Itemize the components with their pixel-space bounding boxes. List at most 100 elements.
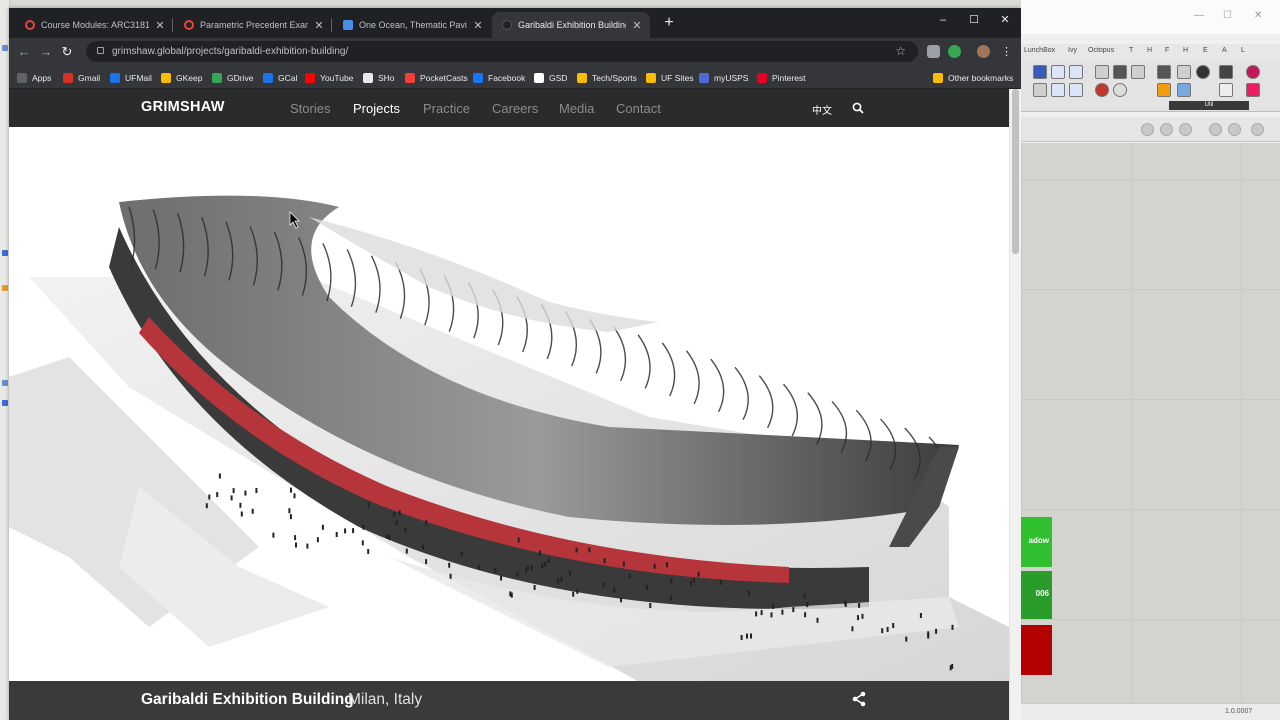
close-tab-icon[interactable]: ✕	[632, 19, 642, 32]
component-icon[interactable]	[1246, 83, 1260, 97]
address-bar[interactable]: grimshaw.global/projects/garibaldi-exhib…	[86, 41, 918, 62]
bookmark-label: Gmail	[78, 72, 101, 83]
component-icon[interactable]	[1246, 65, 1260, 79]
number-node[interactable]: 006	[1021, 571, 1052, 619]
tab-course-modules[interactable]: Course Modules: ARC3181 - Adv ✕	[15, 12, 173, 38]
tab-one-ocean[interactable]: One Ocean, Thematic Pavilion Ex ✕	[333, 12, 491, 38]
tech-sports-icon	[577, 72, 587, 83]
language-switch[interactable]: 中文	[812, 102, 832, 117]
nav-careers[interactable]: Careers	[492, 101, 538, 116]
nav-contact[interactable]: Contact	[616, 101, 661, 116]
component-icon[interactable]	[1177, 65, 1191, 79]
tab-ivy[interactable]: Ivy	[1068, 47, 1077, 54]
bookmark-gcal[interactable]: GCal	[263, 66, 297, 89]
tab-h[interactable]: H	[1147, 47, 1152, 54]
component-icon[interactable]	[1051, 83, 1065, 97]
component-icon[interactable]	[1095, 65, 1109, 79]
tab-a[interactable]: A	[1222, 47, 1227, 54]
tab-t[interactable]: T	[1129, 47, 1133, 54]
tab-parametric-precedent[interactable]: Parametric Precedent Examples ✕	[174, 12, 332, 38]
canvas-tool-icon[interactable]	[1228, 123, 1241, 136]
grimshaw-logo[interactable]: GRIMSHAW	[141, 99, 225, 115]
close-tab-icon[interactable]: ✕	[314, 19, 324, 32]
component-icon[interactable]	[1069, 83, 1083, 97]
search-icon[interactable]	[852, 102, 864, 114]
app-maximize-button[interactable]: ☐	[1223, 10, 1232, 21]
component-icon[interactable]	[1157, 65, 1171, 79]
minimize-button[interactable]: –	[928, 10, 958, 30]
bookmark-youtube[interactable]: YouTube	[305, 66, 353, 89]
grammarly-extension-icon[interactable]	[948, 45, 961, 58]
component-icon[interactable]	[1131, 65, 1145, 79]
tab-f[interactable]: F	[1165, 47, 1169, 54]
bookmark-label: Pinterest	[772, 72, 806, 83]
component-icon[interactable]	[1219, 83, 1233, 97]
project-caption-bar: Garibaldi Exhibition Building Milan, Ita…	[9, 681, 1009, 720]
tab-garibaldi-active[interactable]: Garibaldi Exhibition Building – Pr ✕	[492, 12, 650, 38]
bookmark-gdrive[interactable]: GDrive	[212, 66, 253, 89]
profile-avatar[interactable]	[977, 45, 990, 58]
bookmark-pinterest[interactable]: Pinterest	[757, 66, 806, 89]
close-tab-icon[interactable]: ✕	[155, 19, 165, 32]
app-close-button[interactable]: ✕	[1254, 10, 1262, 21]
tab-octopus[interactable]: Octopus	[1088, 47, 1114, 54]
bookmark-gkeep[interactable]: GKeep	[161, 66, 202, 89]
bookmark-star-icon[interactable]: ☆	[895, 41, 906, 62]
component-icon[interactable]	[1113, 65, 1127, 79]
bookmark-uf-sites[interactable]: UF Sites	[646, 66, 694, 89]
reload-button[interactable]: ↻	[57, 42, 77, 62]
component-icon[interactable]	[1095, 83, 1109, 97]
bookmark-sho[interactable]: SHo	[363, 66, 395, 89]
bookmark-tech-sports[interactable]: Tech/Sports	[577, 66, 637, 89]
maximize-button[interactable]: ☐	[959, 10, 989, 30]
bookmark-pocketcasts[interactable]: PocketCasts	[405, 66, 468, 89]
shadow-node[interactable]: adow	[1021, 517, 1052, 567]
tab-h2[interactable]: H	[1183, 47, 1188, 54]
forward-button[interactable]: →	[36, 42, 56, 62]
nav-practice[interactable]: Practice	[423, 101, 470, 116]
nav-media[interactable]: Media	[559, 101, 594, 116]
folder-icon	[933, 72, 943, 83]
canvas-tool-icon[interactable]	[1209, 123, 1222, 136]
bookmark-gmail[interactable]: Gmail	[63, 66, 100, 89]
close-window-button[interactable]: ✕	[990, 10, 1020, 30]
bookmark-apps[interactable]: Apps	[17, 66, 51, 89]
tab-e[interactable]: E	[1203, 47, 1208, 54]
error-node[interactable]	[1021, 625, 1052, 675]
grasshopper-canvas[interactable]: adow 006	[1021, 143, 1280, 703]
component-icon[interactable]	[1051, 65, 1065, 79]
component-icon[interactable]	[1033, 65, 1047, 79]
component-icon[interactable]	[1157, 83, 1171, 97]
bookmark-facebook[interactable]: Facebook	[473, 66, 525, 89]
extension-icon[interactable]	[927, 45, 940, 58]
canvas-tool-icon[interactable]	[1160, 123, 1173, 136]
canvas-tool-icon[interactable]	[1251, 123, 1264, 136]
canvas-tool-icon[interactable]	[1179, 123, 1192, 136]
component-icon[interactable]	[1069, 65, 1083, 79]
new-tab-button[interactable]: +	[660, 14, 678, 32]
tab-l[interactable]: L	[1241, 47, 1245, 54]
bookmark-gsd[interactable]: GSD	[534, 66, 567, 89]
apps-icon	[17, 72, 27, 83]
nav-projects[interactable]: Projects	[353, 101, 400, 116]
tab-title: Parametric Precedent Examples	[200, 20, 308, 30]
facebook-icon	[473, 72, 483, 83]
scrollbar-thumb[interactable]	[1012, 89, 1019, 254]
canvas-tool-icon[interactable]	[1141, 123, 1154, 136]
component-icon[interactable]	[1219, 65, 1233, 79]
back-button[interactable]: ←	[14, 42, 34, 62]
close-tab-icon[interactable]: ✕	[473, 19, 483, 32]
component-icon[interactable]	[1033, 83, 1047, 97]
share-icon[interactable]	[852, 691, 866, 707]
bookmark-ufmail[interactable]: UFMail	[110, 66, 152, 89]
menu-kebab-icon[interactable]: ⋮	[1001, 45, 1012, 58]
component-icon[interactable]	[1113, 83, 1127, 97]
bookmark-myusps[interactable]: myUSPS	[699, 66, 748, 89]
tab-lunchbox[interactable]: LunchBox	[1024, 47, 1055, 54]
other-bookmarks-folder[interactable]: Other bookmarks	[933, 66, 1013, 89]
app-minimize-button[interactable]: —	[1194, 10, 1204, 21]
nav-stories[interactable]: Stories	[290, 101, 330, 116]
page-scrollbar[interactable]	[1009, 89, 1021, 720]
component-icon[interactable]	[1177, 83, 1191, 97]
component-icon[interactable]	[1196, 65, 1210, 79]
